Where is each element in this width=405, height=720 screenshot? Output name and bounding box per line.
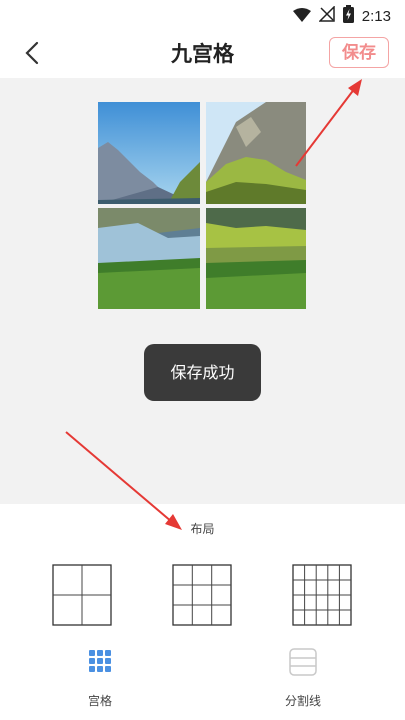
tab-grid[interactable]: 宫格: [50, 646, 150, 712]
layout-section-label: 布局: [190, 522, 215, 536]
grid-icon: [89, 650, 111, 676]
layout-option-4x5[interactable]: [292, 564, 352, 626]
layout-option-2x2[interactable]: [52, 564, 112, 626]
tab-grid-label: 宫格: [87, 694, 112, 708]
image-tile-2[interactable]: [206, 102, 306, 204]
tab-divider-lines[interactable]: 分割线: [253, 646, 353, 712]
status-time: 2:13: [361, 7, 391, 25]
layout-option-3x3[interactable]: [172, 564, 232, 626]
image-tile-3[interactable]: [98, 208, 200, 309]
battery-charging-icon: [342, 5, 354, 27]
save-button[interactable]: 保存: [329, 37, 389, 68]
no-signal-icon: [317, 5, 335, 26]
divider-lines-icon: [289, 648, 317, 680]
wifi-icon: [292, 7, 311, 26]
preview-area: [0, 78, 405, 504]
image-tile-1[interactable]: [98, 102, 200, 204]
status-bar: 2:13: [0, 0, 405, 28]
header: 九宫格 保存: [0, 28, 405, 78]
image-tile-4[interactable]: [206, 208, 306, 309]
tab-divider-lines-label: 分割线: [284, 694, 321, 708]
toast-message: 保存成功: [144, 344, 261, 401]
